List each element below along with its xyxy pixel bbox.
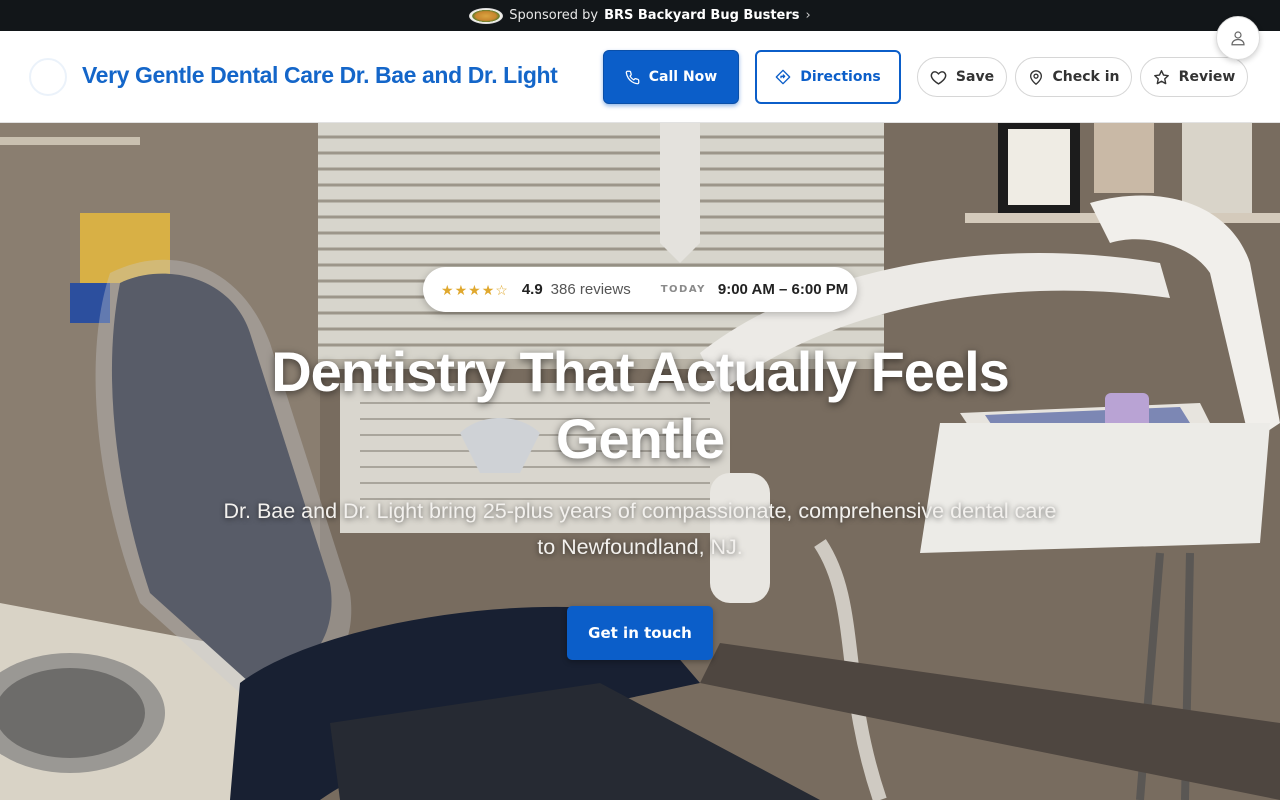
star-filled-icon: ★ [481, 281, 495, 298]
review-button[interactable]: Review [1140, 57, 1248, 97]
chevron-right-icon: › [805, 8, 811, 23]
review-count-link[interactable]: 386 reviews [551, 281, 631, 298]
save-button[interactable]: Save [917, 57, 1007, 97]
star-half-icon: ☆ [495, 281, 508, 298]
star-icon [1153, 69, 1169, 84]
directions-icon [775, 69, 791, 85]
sponsor-brand-link[interactable]: BRS Backyard Bug Busters [604, 8, 799, 23]
user-icon [1231, 31, 1245, 46]
brs-logo-icon [469, 7, 504, 24]
check-in-button[interactable]: Check in [1015, 57, 1132, 97]
sponsor-prefix: Sponsored by [509, 8, 599, 23]
business-header: Very Gentle Dental Care Dr. Bae and Dr. … [0, 31, 1280, 123]
review-label: Review [1178, 69, 1236, 85]
directions-button[interactable]: Directions [755, 50, 901, 104]
star-rating: ★ ★ ★ ★ ☆ [441, 283, 508, 297]
star-filled-icon: ★ [441, 281, 454, 298]
today-label: TODAY [660, 284, 706, 295]
rating-value: 4.9 [521, 281, 543, 298]
hero-subtitle: Dr. Bae and Dr. Light bring 25-plus year… [223, 499, 1057, 559]
map-pin-icon [1029, 69, 1042, 85]
business-logo-icon [29, 58, 67, 96]
business-name[interactable]: Very Gentle Dental Care Dr. Bae and Dr. … [82, 62, 558, 89]
hero-title: Dentistry That Actually Feels Gentle [271, 340, 1010, 470]
hero-section: ★ ★ ★ ★ ☆ 4.9 386 reviews TODAY 9:00 AM … [0, 123, 1280, 800]
account-button[interactable] [1216, 16, 1260, 60]
call-now-button[interactable]: Call Now [603, 50, 739, 104]
heart-icon [930, 70, 947, 85]
star-filled-icon: ★ [454, 281, 468, 298]
directions-label: Directions [800, 69, 881, 85]
call-now-label: Call Now [648, 69, 718, 85]
phone-icon [625, 70, 640, 84]
rating-hours-pill[interactable]: ★ ★ ★ ★ ☆ 4.9 386 reviews TODAY 9:00 AM … [423, 267, 857, 312]
star-filled-icon: ★ [468, 281, 481, 298]
today-hours: 9:00 AM – 6:00 PM [717, 281, 849, 298]
sponsor-bar[interactable]: Sponsored by BRS Backyard Bug Busters › [0, 0, 1280, 31]
check-in-label: Check in [1052, 69, 1120, 85]
save-label: Save [955, 69, 995, 85]
get-in-touch-button[interactable]: Get in touch [567, 606, 713, 660]
